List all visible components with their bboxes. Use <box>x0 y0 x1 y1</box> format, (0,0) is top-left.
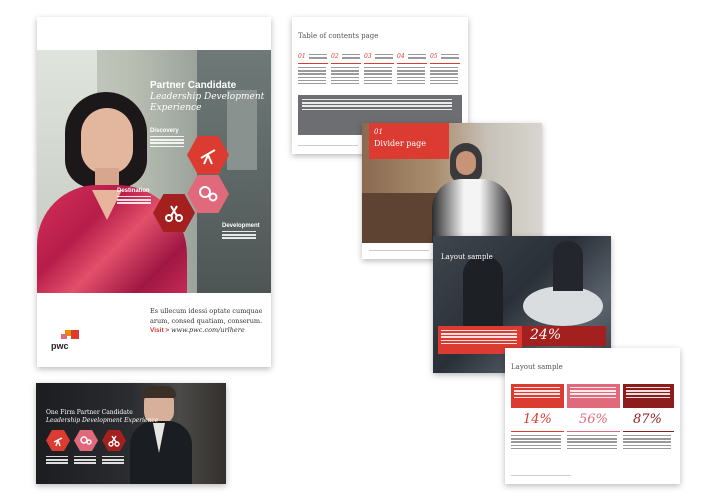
divider-title: Divider page <box>374 139 427 148</box>
toc-item-number: 03 <box>364 53 372 60</box>
toc-item[interactable]: 04 <box>397 53 427 93</box>
layout2-box-3 <box>623 384 674 408</box>
toc-item-number: 02 <box>331 53 339 60</box>
layout1-stat: 24% <box>530 327 562 343</box>
banner-title-line1: One Firm Partner Candidate <box>46 409 133 416</box>
visit-label: Visit > <box>150 327 170 334</box>
divider-number: 01 <box>374 128 383 136</box>
cover-body-line2: arum, consed quatiam, conserum. <box>150 317 263 325</box>
toc-item[interactable]: 01 <box>298 53 328 93</box>
layout1-stat-box: 24% <box>522 326 606 346</box>
toc-title: Table of contents page <box>298 32 379 40</box>
layout2-title: Layout sample <box>511 363 563 371</box>
pwc-logo: pwc <box>51 330 81 356</box>
cover-body-line1: Es ullecum idessi optate cumquae <box>150 307 263 315</box>
visit-url[interactable]: www.pwc.com/urlhere <box>171 326 245 334</box>
cover-subtitle-line1: Leadership Development <box>150 92 265 102</box>
layout2-box-1 <box>511 384 564 408</box>
layout2-stat-2: 56% <box>579 412 608 427</box>
cover-subtitle-line2: Experience <box>150 103 202 113</box>
toc-item[interactable]: 03 <box>364 53 394 93</box>
brochure-cover-page: Partner Candidate Leadership Development… <box>37 17 271 367</box>
divider-title-box: 01 Divider page <box>369 123 449 159</box>
layout-sample-page-2: Layout sample 14% 56% 87% <box>505 348 680 484</box>
layout2-stat-1: 14% <box>523 412 552 427</box>
pwc-logo-text: pwc <box>51 341 69 351</box>
toc-item-number: 01 <box>298 53 306 60</box>
cover-title: Partner Candidate <box>150 80 237 91</box>
discovery-label: Discovery <box>150 128 179 134</box>
destination-label: Destination <box>117 188 150 194</box>
web-banner: One Firm Partner Candidate Leadership De… <box>36 383 226 484</box>
development-label: Development <box>222 223 260 229</box>
layout1-title: Layout sample <box>441 253 493 261</box>
layout2-stat-3: 87% <box>633 412 662 427</box>
toc-item-number: 05 <box>430 53 438 60</box>
toc-item[interactable]: 05 <box>430 53 460 93</box>
toc-item-number: 04 <box>397 53 405 60</box>
toc-item[interactable]: 02 <box>331 53 361 93</box>
layout2-box-2 <box>567 384 620 408</box>
banner-title-line2: Leadership Development Experience <box>46 417 159 424</box>
